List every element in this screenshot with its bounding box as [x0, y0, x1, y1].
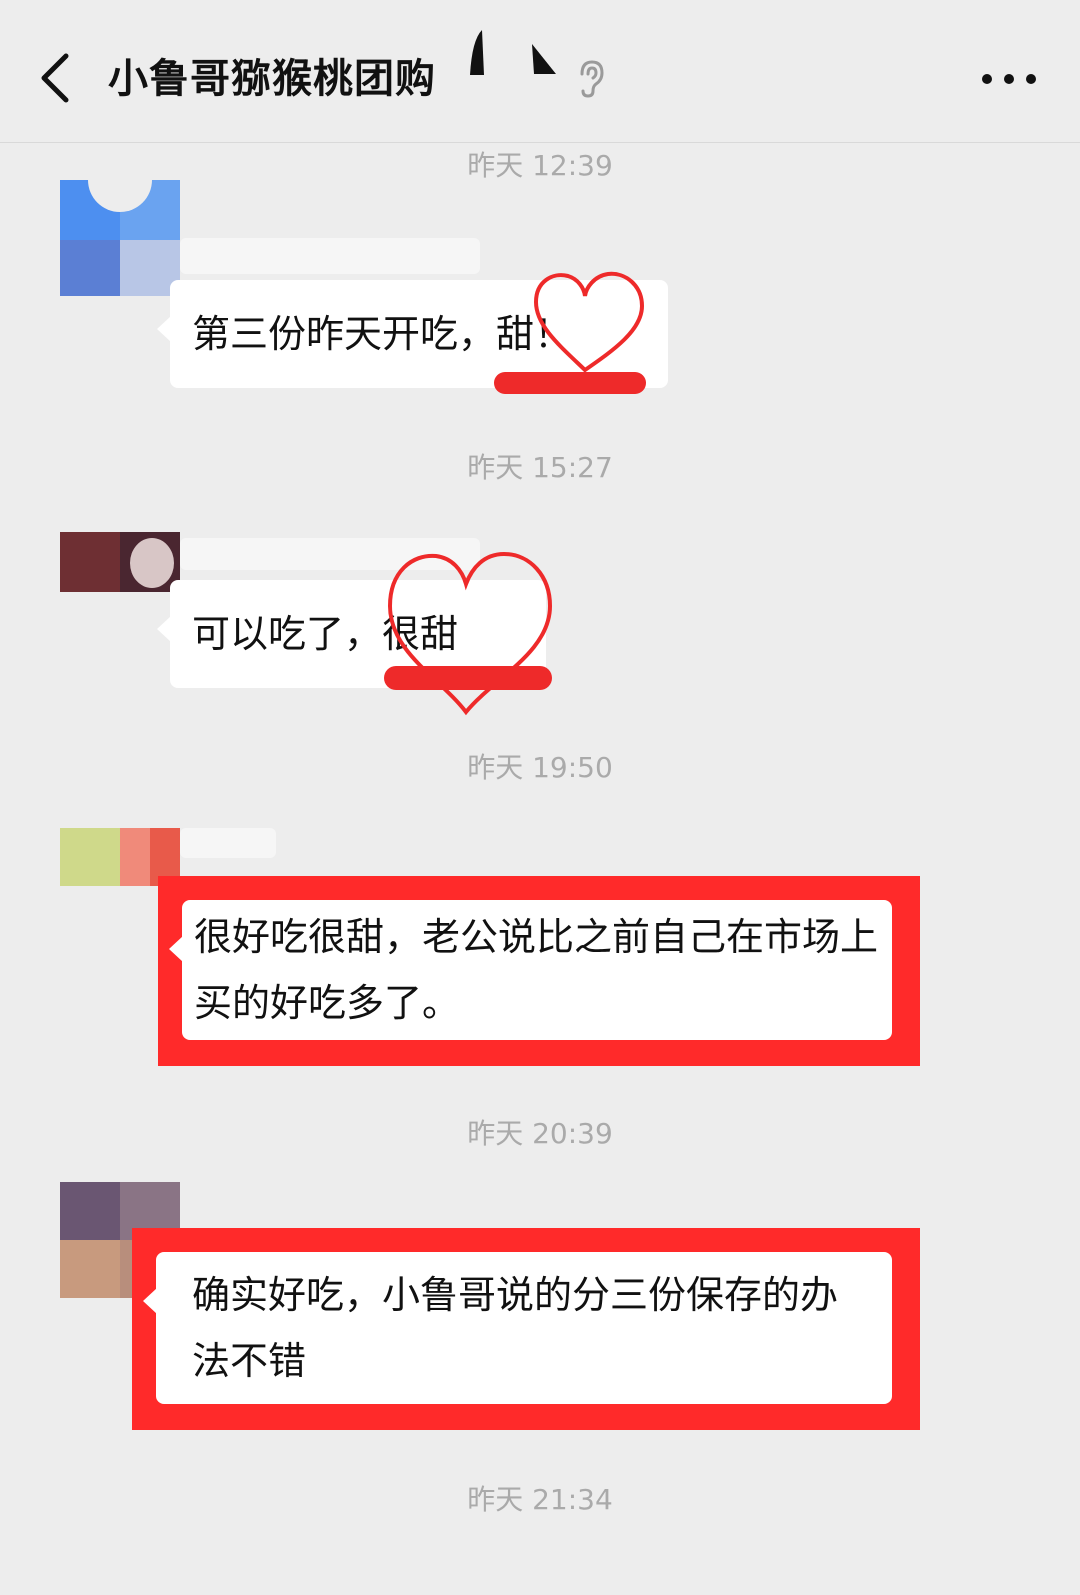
more-button[interactable]: [974, 52, 1044, 102]
chat-header: 小鲁哥猕猴桃团购: [0, 0, 1080, 143]
timestamp: 昨天 21:34: [467, 1483, 613, 1516]
timestamp: 昨天 15:27: [467, 451, 613, 484]
heart-annotation: [494, 271, 646, 394]
chevron-left-icon: [41, 53, 69, 103]
chat-title: 小鲁哥猕猴桃团购: [108, 56, 436, 102]
timestamp: 昨天 12:39: [467, 149, 613, 182]
ear-icon: [574, 58, 608, 98]
message-bubble[interactable]: 很好吃很甜，老公说比之前自己在市场上买的好吃多了。: [169, 900, 892, 1040]
timestamp: 昨天 19:50: [467, 751, 613, 784]
heart-annotation: [384, 551, 553, 716]
sender-name-blurred: [180, 238, 480, 274]
highlight-box: 很好吃很甜，老公说比之前自己在市场上买的好吃多了。: [158, 876, 920, 1066]
cutout-mark: [470, 30, 556, 75]
back-button[interactable]: [30, 40, 90, 112]
message-bubble[interactable]: 确实好吃，小鲁哥说的分三份保存的办法不错: [143, 1252, 892, 1404]
avatar[interactable]: [60, 180, 180, 296]
sender-name-blurred: [180, 828, 276, 858]
highlight-box: 确实好吃，小鲁哥说的分三份保存的办法不错: [132, 1228, 920, 1430]
timestamp: 昨天 20:39: [467, 1117, 613, 1150]
more-dots-icon: [982, 74, 1036, 84]
